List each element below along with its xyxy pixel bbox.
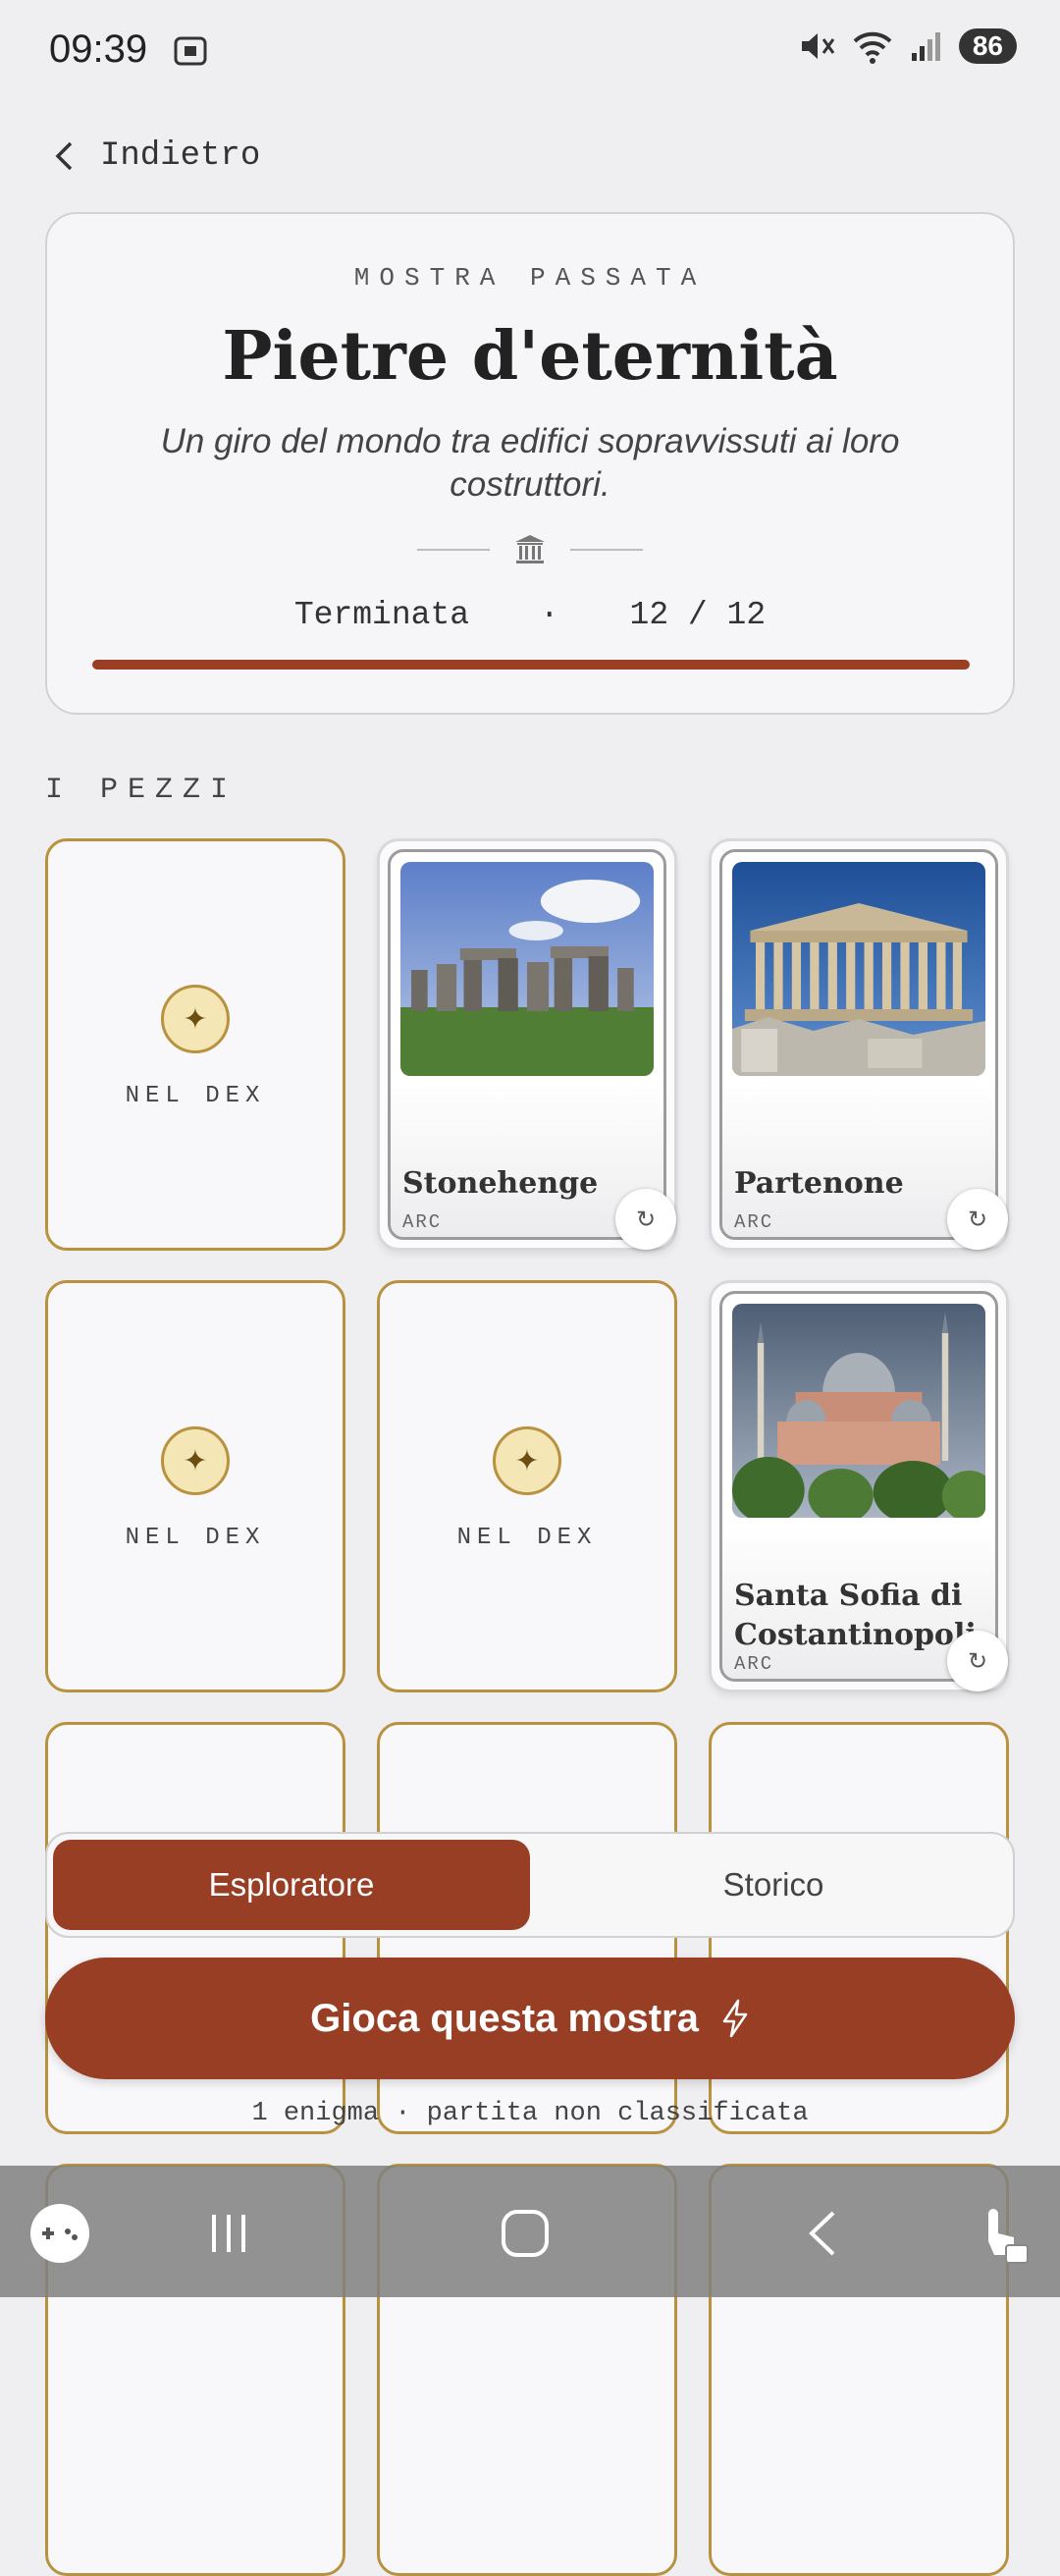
exhibit-title: Pietre d'eternità bbox=[222, 317, 838, 396]
play-exhibit-button[interactable]: Gioca questa mostra bbox=[45, 1958, 1015, 2079]
piece-card-partenone[interactable]: Partenone ARC M ↻ bbox=[709, 838, 1009, 1251]
progress-bar bbox=[92, 660, 970, 670]
back-nav-icon[interactable] bbox=[787, 2199, 856, 2268]
sparkle-icon: ✦ bbox=[493, 1426, 561, 1495]
exhibit-subtitle: Un giro del mondo tra edifici sopravviss… bbox=[160, 422, 900, 504]
piece-name: Stonehenge bbox=[402, 1166, 599, 1201]
exhibit-header-card: MOSTRA PASSATA Pietre d'eternità Un giro… bbox=[45, 212, 1015, 715]
piece-tag: ARC bbox=[734, 1653, 774, 1675]
flip-card-icon[interactable]: ↻ bbox=[615, 1189, 676, 1250]
lightning-icon bbox=[722, 1999, 748, 2038]
back-label: Indietro bbox=[100, 137, 261, 175]
game-launcher-icon[interactable] bbox=[26, 2199, 94, 2268]
clock: 09:39 bbox=[49, 27, 148, 71]
sparkle-icon: ✦ bbox=[161, 1426, 230, 1495]
locked-label: NEL DEX bbox=[125, 1083, 266, 1109]
locked-label: NEL DEX bbox=[456, 1525, 598, 1551]
progress-fill bbox=[92, 660, 970, 670]
santa-sofia-image bbox=[732, 1304, 985, 1518]
play-exhibit-label: Gioca questa mostra bbox=[310, 1996, 699, 2040]
battery-indicator: 86 bbox=[958, 28, 1017, 64]
mute-icon bbox=[801, 33, 835, 59]
museum-icon bbox=[515, 535, 545, 564]
home-icon[interactable] bbox=[491, 2199, 559, 2268]
piece-card-stonehenge[interactable]: Stonehenge ARC M ↻ bbox=[377, 838, 677, 1251]
system-nav-bar bbox=[0, 2166, 1060, 2297]
mode-storico-tab[interactable]: Storico bbox=[538, 1840, 1009, 1930]
wifi-icon bbox=[853, 31, 892, 64]
recent-apps-icon[interactable] bbox=[194, 2199, 263, 2268]
status-bar: 09:39 86 bbox=[0, 0, 1060, 98]
play-footnote: 1 enigma · partita non classificata bbox=[251, 2099, 809, 2128]
locked-label: NEL DEX bbox=[125, 1525, 266, 1551]
ornament-divider bbox=[47, 533, 1013, 566]
exhibit-meta: Terminata · 12 / 12 bbox=[47, 597, 1013, 633]
piece-card-locked[interactable]: ✦ NEL DEX bbox=[45, 838, 345, 1251]
piece-tag: ARC bbox=[402, 1211, 443, 1233]
mode-toggle: Esploratore Storico bbox=[45, 1832, 1015, 1938]
piece-tag: ARC bbox=[734, 1211, 774, 1233]
touch-lock-icon[interactable] bbox=[968, 2199, 1036, 2268]
partenone-image bbox=[732, 862, 985, 1076]
exhibit-progress-text: 12 / 12 bbox=[629, 597, 767, 633]
mode-esploratore-tab[interactable]: Esploratore bbox=[53, 1840, 530, 1930]
exhibit-state: Terminata bbox=[293, 597, 470, 633]
exhibit-kicker: MOSTRA PASSATA bbox=[353, 263, 707, 293]
screen-capture-icon bbox=[174, 36, 207, 66]
sparkle-icon: ✦ bbox=[161, 985, 230, 1053]
piece-name: Partenone bbox=[734, 1166, 904, 1201]
piece-card-locked[interactable]: ✦ NEL DEX bbox=[45, 1280, 345, 1692]
chevron-left-icon bbox=[55, 141, 73, 171]
flip-card-icon[interactable]: ↻ bbox=[947, 1189, 1008, 1250]
flip-card-icon[interactable]: ↻ bbox=[947, 1631, 1008, 1691]
piece-name: Santa Sofia di Costantinopoli bbox=[734, 1579, 977, 1652]
back-button[interactable]: Indietro bbox=[53, 137, 260, 175]
piece-card-santa-sofia[interactable]: Santa Sofia di Costantinopoli ARC M ↻ bbox=[709, 1280, 1009, 1692]
piece-card-locked[interactable]: ✦ NEL DEX bbox=[377, 1280, 677, 1692]
meta-separator: · bbox=[539, 597, 559, 633]
section-label: I PEZZI bbox=[45, 774, 238, 807]
stonehenge-image bbox=[400, 862, 654, 1076]
signal-icon bbox=[911, 32, 940, 61]
